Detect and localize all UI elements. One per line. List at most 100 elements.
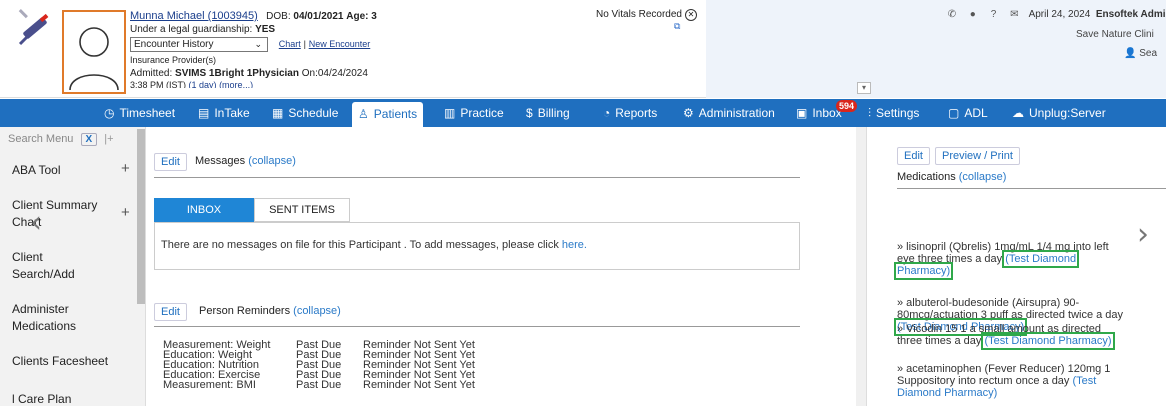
patient-search[interactable]: 👤 Sea [1124, 48, 1157, 59]
reminders-edit-button[interactable]: Edit [154, 303, 187, 321]
tab-patients-label: Patients [373, 107, 418, 121]
admitted-duration-link[interactable]: (1 day) [189, 80, 217, 88]
tab-reports-label: Reports [615, 106, 658, 120]
header-collapse-button[interactable]: ▾ [857, 82, 871, 94]
sidebar-item-label: Client [12, 250, 43, 264]
mail-icon[interactable]: ✉ [1008, 9, 1020, 21]
close-icon[interactable]: ✕ [684, 9, 697, 21]
tab-billing-label: Billing [537, 106, 570, 120]
divider [154, 177, 800, 178]
reminder-item: Measurement: BMI [163, 379, 256, 391]
tab-intake[interactable]: ▤ InTake [198, 99, 250, 127]
messages-collapse-link[interactable]: (collapse) [248, 155, 296, 167]
sidebar-item-care-plan[interactable]: l Care Plan [12, 391, 71, 406]
list-item: » lisinopril (Qbrelis) 1mg/mL 1/4 mg int… [893, 241, 1129, 280]
tab-schedule[interactable]: ▦ Schedule [272, 99, 338, 127]
encounter-select-value: Encounter History [134, 39, 214, 50]
new-encounter-link[interactable]: New Encounter [309, 39, 371, 49]
sidebar-item-administer-medications[interactable]: Administer Medications [12, 301, 76, 335]
tab-patients[interactable]: ♙ Patients [352, 102, 424, 127]
add-message-link[interactable]: here. [562, 239, 587, 251]
plus-icon[interactable]: + [121, 204, 130, 221]
chevron-right-icon[interactable]: › [1137, 217, 1149, 252]
tab-timesheet-label: Timesheet [119, 106, 176, 120]
tab-adl-label: ADL [964, 106, 988, 120]
sidebar-item-client-summary-chart[interactable]: Client Summary Chart [12, 197, 97, 231]
clinic-name[interactable]: Save Nature Clini [1076, 29, 1154, 40]
tab-reports[interactable]: ◔ Reports [603, 99, 657, 127]
dob-value: 04/01/2021 [293, 11, 344, 22]
bell-icon[interactable]: ● [967, 9, 979, 21]
intake-icon: ▤ [198, 106, 210, 120]
phone-icon[interactable]: ✆ [946, 9, 958, 21]
sidebar-menu: Search Menu X |+ ABA Tool + Client Summa… [0, 127, 146, 406]
tab-unplug-server[interactable]: ☁ Unplug:Server [1012, 99, 1106, 127]
app-logo-icon [18, 9, 49, 46]
admitted-label: Admitted: [130, 68, 173, 79]
help-icon[interactable]: ? [988, 9, 1000, 21]
reminders-collapse-link[interactable]: (collapse) [293, 305, 341, 317]
building-icon: ▥ [444, 106, 456, 120]
messages-edit-button[interactable]: Edit [154, 153, 187, 171]
chevron-down-icon: ⌄ [254, 39, 262, 49]
sliders-icon: ⫶ [868, 106, 872, 120]
medications-collapse-link[interactable]: (collapse) [959, 171, 1007, 183]
user-name[interactable]: Ensoftek Admin [1096, 9, 1166, 20]
tab-sent-items[interactable]: SENT ITEMS [254, 198, 350, 222]
sidebar-item-aba-tool[interactable]: ABA Tool [12, 162, 60, 179]
pin-menu-button[interactable]: |+ [104, 133, 113, 145]
medications-title: Medications [897, 171, 956, 183]
tab-settings[interactable]: ⫶ Settings [868, 99, 919, 127]
sidebar-item-clients-facesheet[interactable]: Clients Facesheet [12, 353, 108, 370]
patient-info: Munna Michael (1003945) DOB: 04/01/2021 … [130, 10, 377, 88]
chevron-left-icon[interactable]: ‹ [30, 205, 42, 240]
tab-inbox-messages[interactable]: INBOX [154, 198, 254, 222]
sidebar-item-label: ABA Tool [12, 163, 61, 177]
messages-title: Messages [195, 155, 246, 167]
medications-panel: Edit Preview / Print Medications (collap… [866, 127, 1166, 406]
admitted-on-label: On: [301, 68, 318, 79]
gear-icon: ⚙ [683, 106, 694, 120]
avatar[interactable] [62, 10, 126, 94]
plus-icon[interactable]: + [121, 160, 130, 177]
adl-icon: ▢ [948, 106, 960, 120]
tab-inbox[interactable]: ▣ Inbox [796, 99, 842, 127]
medications-section-title: Medications (collapse) [897, 171, 1006, 183]
tab-practice-label: Practice [460, 106, 504, 120]
encounter-select[interactable]: Encounter History ⌄ [130, 37, 268, 52]
clear-search-button[interactable]: X [80, 133, 98, 146]
medications-edit-button[interactable]: Edit [897, 147, 930, 165]
current-date: April 24, 2024 [1028, 9, 1091, 20]
insurance-label: Insurance Provider(s) [130, 55, 217, 65]
vitals-text: No Vitals Recorded [596, 9, 682, 20]
add-user-icon: 👤 [1124, 48, 1137, 59]
tab-timesheet[interactable]: ◷ Timesheet [104, 99, 175, 127]
tab-administration-label: Administration [698, 106, 775, 120]
sidebar-item-label: Client Summary [12, 198, 98, 212]
sidebar-scrollbar[interactable] [137, 129, 145, 304]
external-link-icon[interactable]: ⧉ [674, 21, 680, 32]
chart-link[interactable]: Chart [279, 39, 301, 49]
main-scrollbar[interactable] [856, 127, 866, 406]
search-menu-input[interactable]: Search Menu [8, 133, 73, 145]
list-item: » Vicodin 15 1 a small amount as directe… [897, 323, 1129, 350]
tab-adl[interactable]: ▢ ADL [948, 99, 988, 127]
tab-unplug-server-label: Unplug:Server [1029, 106, 1106, 120]
main-nav: ◷ Timesheet ▤ InTake ▦ Schedule ♙ Patients ▥… [0, 99, 1166, 127]
tab-practice[interactable]: ▥ Practice [444, 99, 504, 127]
preview-print-button[interactable]: Preview / Print [935, 147, 1020, 165]
more-link[interactable]: (more...) [219, 80, 253, 88]
tab-billing[interactable]: $ Billing [526, 99, 570, 127]
pie-chart-icon: ◔ [603, 106, 611, 120]
medication-text: » albuterol-budesonide (Airsupra) 90-80m… [897, 297, 1124, 321]
sidebar-item-label: Search/Add [12, 267, 75, 281]
patient-name-link[interactable]: Munna Michael (1003945) [130, 10, 258, 22]
sidebar-item-client-search-add[interactable]: Client Search/Add [12, 249, 75, 283]
inbox-icon: ▣ [796, 106, 808, 120]
reminder-status: Past Due [296, 379, 342, 391]
sidebar-item-label: l Care Plan [12, 392, 72, 406]
user-icon: ♙ [358, 107, 369, 121]
guardianship-label: Under a legal guardianship: [130, 24, 253, 35]
pharmacy-link[interactable]: (Test Diamond Pharmacy) [981, 332, 1115, 350]
tab-administration[interactable]: ⚙ Administration [683, 99, 775, 127]
